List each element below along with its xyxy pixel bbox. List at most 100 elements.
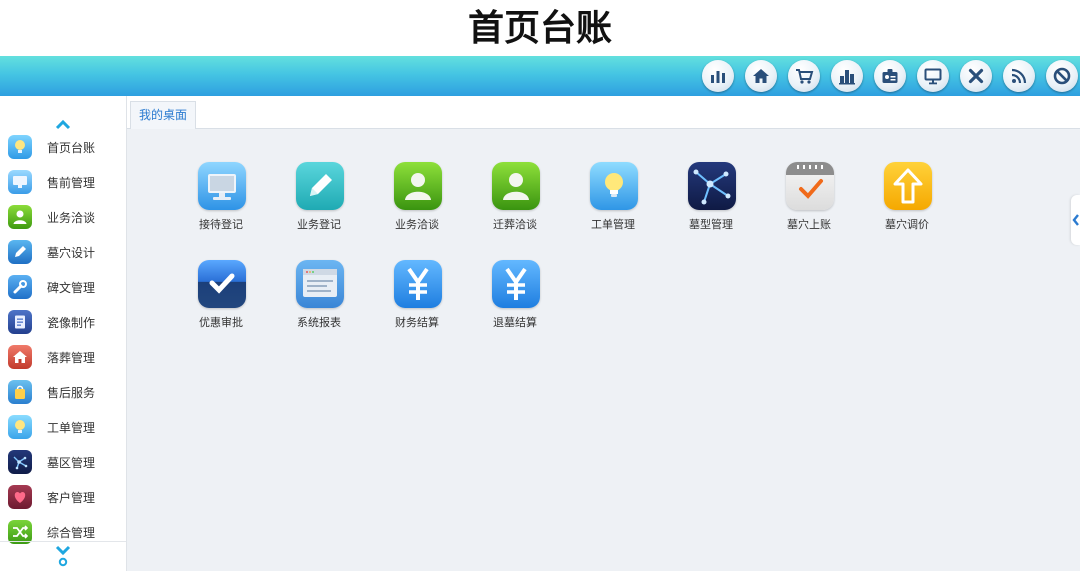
monitor-button[interactable] xyxy=(917,60,949,92)
sidebar-item-after-sales[interactable]: 售后服务 xyxy=(0,375,126,410)
yen-icon xyxy=(394,260,442,308)
tab-my-desktop[interactable]: 我的桌面 xyxy=(130,101,196,130)
monitor-icon xyxy=(924,68,942,85)
sidebar-item-burial[interactable]: 落葬管理 xyxy=(0,340,126,375)
sidebar-scroll-up[interactable] xyxy=(0,96,126,132)
id-card-button[interactable] xyxy=(874,60,906,92)
wrench-icon xyxy=(8,275,32,299)
sidebar-item-label: 墓区管理 xyxy=(47,456,96,470)
heart-icon xyxy=(8,485,32,509)
app-label: 迁葬洽谈 xyxy=(493,218,537,231)
rss-icon xyxy=(1011,68,1027,84)
sidebar-item-business-talk[interactable]: 业务洽谈 xyxy=(0,200,126,235)
chevron-up-icon xyxy=(55,119,71,130)
home-icon xyxy=(753,69,769,83)
sidebar-item-customer[interactable]: 客户管理 xyxy=(0,480,126,515)
app-relocation-talk[interactable]: 迁葬洽谈 xyxy=(475,162,555,246)
sidebar-item-label: 工单管理 xyxy=(47,421,96,435)
yen-icon xyxy=(492,260,540,308)
document-icon xyxy=(8,310,32,334)
user-icon xyxy=(8,205,32,229)
sidebar-scroll-down[interactable] xyxy=(0,541,126,571)
app-work-order[interactable]: 工单管理 xyxy=(573,162,653,246)
app-tomb-return-settlement[interactable]: 退墓结算 xyxy=(475,260,555,344)
right-panel-toggle[interactable] xyxy=(1071,195,1080,245)
chevron-left-icon xyxy=(1071,214,1079,226)
home-button[interactable] xyxy=(745,60,777,92)
app-label: 财务结算 xyxy=(395,316,439,329)
app-reception-registration[interactable]: 接待登记 xyxy=(181,162,261,246)
app-discount-approval[interactable]: 优惠审批 xyxy=(181,260,261,344)
sidebar-item-porcelain-portrait[interactable]: 瓷像制作 xyxy=(0,305,126,340)
sidebar-item-label: 瓷像制作 xyxy=(47,316,96,330)
gear-icon xyxy=(58,557,68,567)
rss-button[interactable] xyxy=(1003,60,1035,92)
page-title: 首页台账 xyxy=(467,8,612,49)
sidebar-item-label: 售前管理 xyxy=(47,176,96,190)
app-business-talk[interactable]: 业务洽谈 xyxy=(377,162,457,246)
app-business-registration[interactable]: 业务登记 xyxy=(279,162,359,246)
calendar-check-icon xyxy=(786,162,834,210)
arrow-up-icon xyxy=(884,162,932,210)
sidebar-item-label: 墓穴设计 xyxy=(47,246,96,260)
pencil-icon xyxy=(8,240,32,264)
app-label: 优惠审批 xyxy=(199,316,243,329)
app-label: 系统报表 xyxy=(297,316,341,329)
user-icon xyxy=(492,162,540,210)
sidebar-item-label: 客户管理 xyxy=(47,491,96,505)
close-icon xyxy=(968,68,984,84)
monitor-icon xyxy=(198,162,246,210)
cart-icon xyxy=(796,69,814,84)
block-icon xyxy=(1053,67,1071,85)
sidebar-item-inscription[interactable]: 碑文管理 xyxy=(0,270,126,305)
report-icon xyxy=(296,260,344,308)
id-card-icon xyxy=(882,69,898,83)
sidebar-item-label: 售后服务 xyxy=(47,386,96,400)
building-button[interactable] xyxy=(831,60,863,92)
lightbulb-icon xyxy=(8,135,32,159)
bag-icon xyxy=(8,380,32,404)
block-button[interactable] xyxy=(1046,60,1078,92)
close-button[interactable] xyxy=(960,60,992,92)
app-label: 墓穴调价 xyxy=(885,218,929,231)
desktop-area: 接待登记 业务登记 业务洽谈 迁葬洽谈 工单管理 墓型管理 墓穴上账 墓穴调价 … xyxy=(127,129,1080,571)
app-label: 墓穴上账 xyxy=(787,218,831,231)
lightbulb-icon xyxy=(590,162,638,210)
sidebar-item-work-order[interactable]: 工单管理 xyxy=(0,410,126,445)
app-label: 退墓结算 xyxy=(493,316,537,329)
app-label: 墓型管理 xyxy=(689,218,733,231)
sidebar-item-home-ledger[interactable]: 首页台账 xyxy=(0,130,126,165)
monitor-icon xyxy=(8,170,32,194)
bar-chart-icon xyxy=(711,71,725,83)
sidebar-menu: 首页台账 售前管理 业务洽谈 墓穴设计 碑文管理 瓷像制作 落葬管理 售后服务 xyxy=(0,130,126,550)
network-icon xyxy=(8,450,32,474)
sidebar-item-label: 落葬管理 xyxy=(47,351,96,365)
chevron-down-icon xyxy=(55,545,71,556)
network-icon xyxy=(688,162,736,210)
app-finance-settlement[interactable]: 财务结算 xyxy=(377,260,457,344)
app-tomb-type[interactable]: 墓型管理 xyxy=(671,162,751,246)
sidebar-item-label: 业务洽谈 xyxy=(47,211,96,225)
sidebar-item-label: 首页台账 xyxy=(47,141,96,155)
app-label: 业务登记 xyxy=(297,218,341,231)
lightbulb-icon xyxy=(8,415,32,439)
sidebar-item-cemetery-area[interactable]: 墓区管理 xyxy=(0,445,126,480)
house-icon xyxy=(8,345,32,369)
sidebar-item-label: 碑文管理 xyxy=(47,281,96,295)
bar-chart-button[interactable] xyxy=(702,60,734,92)
app-system-report[interactable]: 系统报表 xyxy=(279,260,359,344)
sidebar-item-label: 综合管理 xyxy=(47,526,96,540)
app-label: 业务洽谈 xyxy=(395,218,439,231)
sidebar-item-tomb-design[interactable]: 墓穴设计 xyxy=(0,235,126,270)
sidebar: 首页台账 售前管理 业务洽谈 墓穴设计 碑文管理 瓷像制作 落葬管理 售后服务 xyxy=(0,96,127,571)
app-tomb-price-adjust[interactable]: 墓穴调价 xyxy=(867,162,947,246)
tab-bar: 我的桌面 xyxy=(127,96,1080,130)
cart-button[interactable] xyxy=(788,60,820,92)
app-tomb-account[interactable]: 墓穴上账 xyxy=(769,162,849,246)
pencil-icon xyxy=(296,162,344,210)
sidebar-item-presales[interactable]: 售前管理 xyxy=(0,165,126,200)
app-label: 接待登记 xyxy=(199,218,243,231)
app-label: 工单管理 xyxy=(591,218,635,231)
check-icon xyxy=(198,260,246,308)
top-toolbar xyxy=(0,56,1080,96)
